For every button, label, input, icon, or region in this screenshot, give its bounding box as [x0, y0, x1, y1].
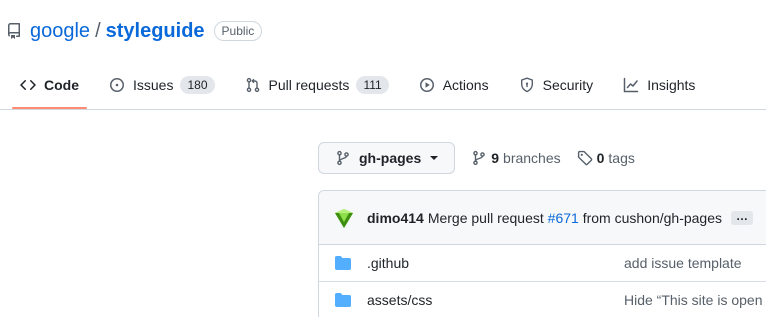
folder-icon [335, 255, 351, 271]
repo-tabs: Code Issues 180 Pull requests 111 Action… [8, 62, 713, 110]
branches-link[interactable]: 9 branches [471, 150, 561, 166]
tab-pull-requests[interactable]: Pull requests 111 [233, 62, 401, 108]
file-row[interactable]: assets/css Hide “This site is open s [319, 282, 766, 317]
tag-icon [577, 150, 593, 166]
path-separator: / [95, 19, 101, 42]
repo-header: google / styleguide Public Code Issues 1… [0, 0, 766, 110]
commit-message-suffix: from cushon/gh-pages [582, 209, 723, 226]
commit-author-link[interactable]: dimo414 [367, 210, 424, 226]
tab-label: Security [542, 77, 594, 93]
git-branch-icon [335, 150, 351, 166]
pull-requests-counter: 111 [356, 76, 389, 94]
tab-label: Code [44, 77, 79, 93]
tab-label: Issues [133, 77, 174, 93]
repo-owner-link[interactable]: google [30, 20, 90, 43]
tab-label: Insights [647, 77, 696, 93]
tab-label: Actions [442, 77, 489, 93]
issue-opened-icon [109, 77, 125, 93]
tab-security[interactable]: Security [507, 62, 606, 108]
code-icon [20, 77, 36, 93]
file-row[interactable]: .github add issue template [319, 245, 766, 282]
commit-message[interactable]: Merge pull request #671 from cushon/gh-p… [428, 210, 722, 226]
file-name-link[interactable]: .github [367, 255, 607, 271]
file-last-commit-link[interactable]: Hide “This site is open s [624, 292, 766, 308]
current-branch-label: gh-pages [359, 150, 422, 166]
tab-insights[interactable]: Insights [611, 62, 707, 108]
avatar[interactable] [333, 207, 355, 229]
tags-label: tags [608, 150, 635, 166]
branch-select-button[interactable]: gh-pages [318, 142, 456, 174]
pull-request-link[interactable]: #671 [548, 210, 579, 226]
branch-toolbar: gh-pages 9 branches 0 tags [318, 142, 635, 174]
tab-label: Pull requests [268, 77, 350, 93]
chevron-down-icon [430, 156, 439, 160]
tags-link[interactable]: 0 tags [577, 150, 635, 166]
repo-name-link[interactable]: styleguide [106, 20, 205, 43]
tab-issues[interactable]: Issues 180 [97, 62, 227, 108]
tags-count: 0 [596, 150, 605, 166]
expand-commit-button[interactable]: … [731, 210, 754, 225]
latest-commit-bar: dimo414 Merge pull request #671 from cus… [319, 191, 766, 245]
repo-title: google / styleguide Public [6, 18, 263, 44]
git-branch-icon [471, 150, 487, 166]
graph-icon [623, 77, 639, 93]
tab-actions[interactable]: Actions [407, 62, 501, 108]
git-pull-request-icon [245, 77, 261, 93]
commit-message-prefix: Merge pull request [427, 209, 544, 226]
visibility-badge: Public [213, 21, 263, 41]
tab-code[interactable]: Code [8, 62, 91, 109]
issues-counter: 180 [180, 76, 215, 94]
branches-label: branches [503, 150, 561, 166]
branches-count: 9 [491, 150, 500, 166]
repo-icon [6, 23, 22, 39]
file-browser: dimo414 Merge pull request #671 from cus… [318, 190, 766, 317]
file-last-commit-link[interactable]: add issue template [624, 255, 742, 271]
file-name-link[interactable]: assets/css [367, 292, 607, 308]
shield-icon [519, 77, 535, 93]
play-icon [419, 77, 435, 93]
folder-icon [335, 292, 351, 308]
